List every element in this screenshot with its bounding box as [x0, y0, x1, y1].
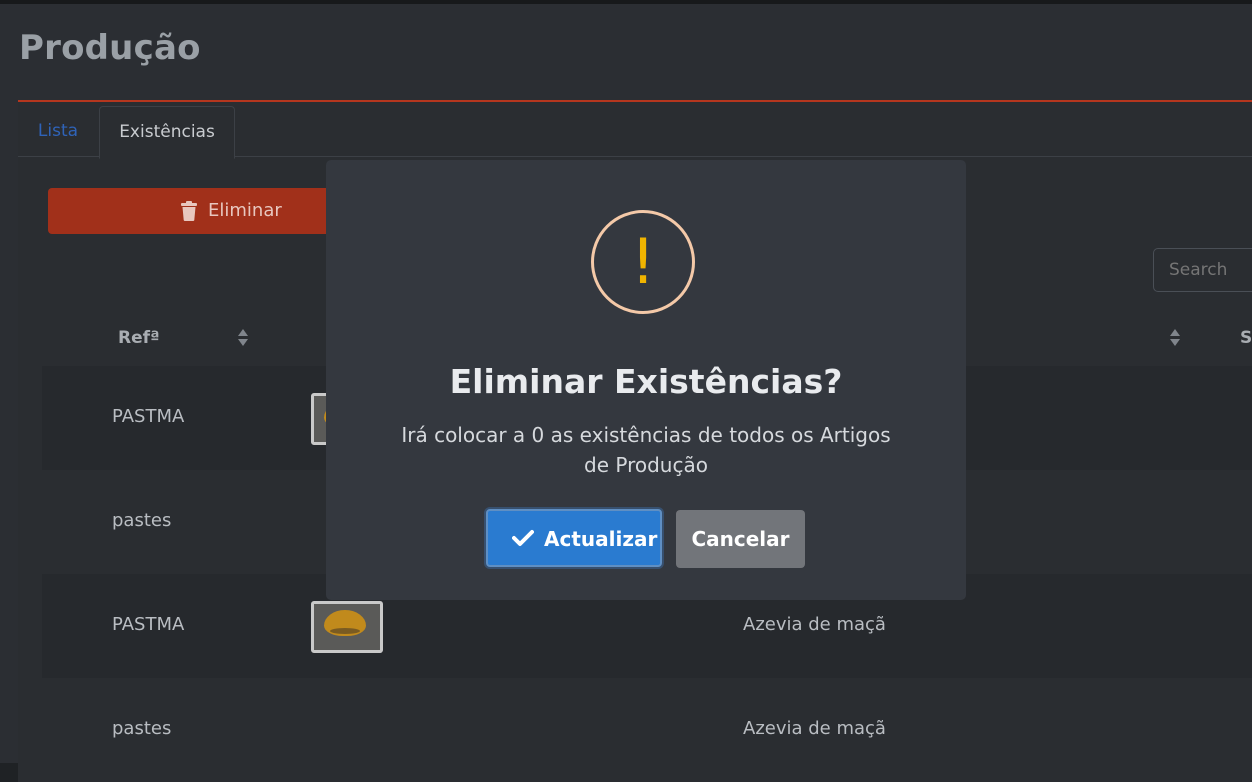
warning-icon: !	[591, 210, 695, 314]
exclamation-icon: !	[630, 225, 656, 298]
cancel-button[interactable]: Cancelar	[676, 510, 805, 568]
confirm-dialog: ! Eliminar Existências? Irá colocar a 0 …	[326, 160, 966, 600]
confirm-button[interactable]: Actualizar	[486, 509, 662, 567]
dialog-title: Eliminar Existências?	[449, 362, 843, 401]
check-icon	[512, 530, 534, 546]
confirm-button-label: Actualizar	[544, 527, 658, 551]
dialog-message: Irá colocar a 0 as existências de todos …	[401, 423, 891, 477]
